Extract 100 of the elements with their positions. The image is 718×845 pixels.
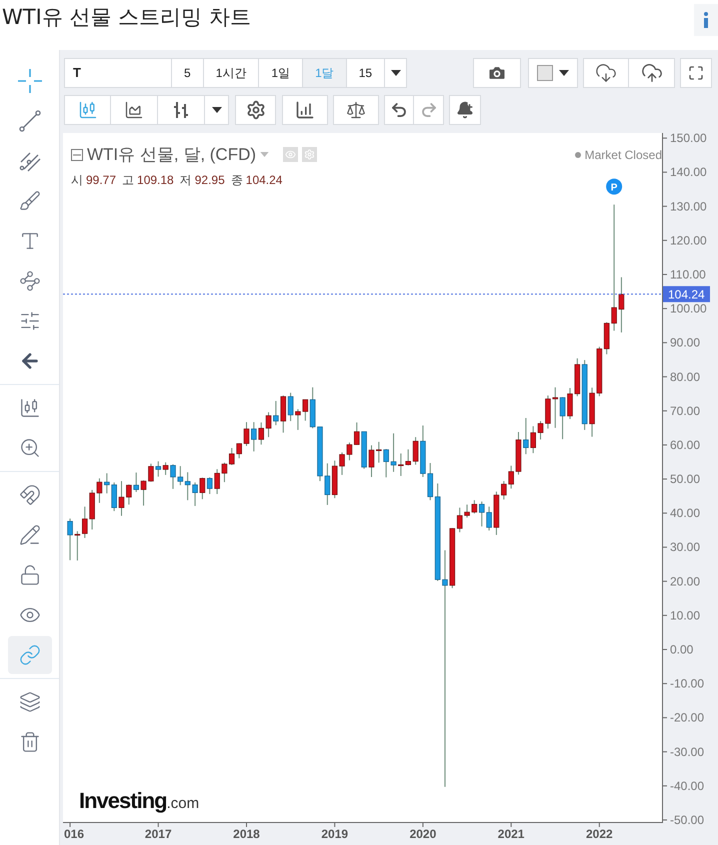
- undo-icon: [390, 101, 408, 119]
- ohlc-label: 저: [180, 172, 192, 188]
- compare-button[interactable]: [333, 95, 379, 125]
- axis-label: -40.00: [670, 778, 704, 793]
- brush-icon: [18, 190, 40, 212]
- interval-button[interactable]: 5: [172, 58, 204, 88]
- ohlc-label: 시: [71, 172, 83, 188]
- axis-label: 100.00: [670, 302, 707, 316]
- ohlc-value: 92.95: [194, 172, 225, 188]
- candlestick: [516, 431, 522, 476]
- cloud-download-icon: [595, 62, 617, 84]
- trash-icon: [18, 731, 40, 753]
- candlestick: [412, 436, 418, 466]
- ohlc-value: 104.24: [246, 172, 282, 188]
- candlestick: [618, 276, 624, 333]
- candlestick: [295, 408, 301, 430]
- axis-label: 0.00: [670, 642, 694, 656]
- price-tag: 104.24: [663, 286, 710, 302]
- candlestick: [192, 482, 198, 506]
- market-status: Market Closed: [584, 147, 662, 164]
- candlestick-icon: [78, 100, 98, 120]
- candlestick: [74, 530, 80, 562]
- save-button[interactable]: [629, 58, 675, 88]
- axis-label: 2017: [144, 827, 172, 841]
- crosshair-icon: [16, 68, 42, 94]
- caret-icon: [559, 70, 569, 76]
- collapse-icon[interactable]: [71, 148, 83, 161]
- candlestick: [170, 464, 176, 490]
- eye-icon: [285, 149, 296, 160]
- axis-label: 20.00: [670, 574, 700, 588]
- axis-label: 50.00: [670, 472, 700, 486]
- axis-label: 70.00: [670, 404, 700, 418]
- axis-label: 130.00: [670, 199, 707, 214]
- candlestick: [494, 491, 500, 536]
- symbol-field[interactable]: T: [64, 58, 172, 88]
- undo-button[interactable]: [384, 95, 414, 125]
- line-icon: [18, 109, 42, 133]
- settings-icon: [304, 149, 316, 160]
- load-button[interactable]: [583, 58, 629, 88]
- layers-icon: [18, 691, 40, 713]
- axis-label: 2021: [498, 827, 524, 841]
- axis-label: 40.00: [670, 506, 700, 520]
- axis-label: -30.00: [670, 744, 704, 759]
- axis-label: 150.00: [670, 133, 707, 146]
- candlestick: [339, 452, 345, 476]
- pencil-icon: [18, 524, 40, 546]
- indicators-button[interactable]: [282, 95, 328, 125]
- cloud-upload-icon: [640, 62, 662, 84]
- candlestick: [244, 422, 250, 446]
- color-picker[interactable]: [528, 58, 578, 88]
- levels-icon: [18, 310, 40, 332]
- fullscreen-button[interactable]: [680, 58, 712, 88]
- candlestick: [214, 468, 220, 495]
- axis-label: -20.00: [670, 710, 704, 725]
- candlestick: [589, 387, 595, 438]
- alert-button[interactable]: [449, 95, 481, 125]
- axis-label: -10.00: [670, 676, 704, 691]
- candlestick: [317, 426, 323, 482]
- redo-icon: [420, 101, 438, 119]
- candlestick: [67, 518, 73, 561]
- indicators-icon: [295, 100, 315, 120]
- axis-label: 30.00: [670, 540, 700, 554]
- candles-ruler-icon: [18, 397, 40, 419]
- info-button[interactable]: [694, 4, 718, 36]
- chart-type-dropdown[interactable]: [205, 95, 229, 125]
- area-chart-icon: [124, 100, 144, 120]
- interval-dropdown[interactable]: [385, 58, 408, 88]
- scale-icon: [346, 100, 366, 120]
- chart-type-button[interactable]: [111, 95, 158, 125]
- axis-label: 110.00: [670, 267, 706, 282]
- axis-label: -50.00: [670, 812, 704, 827]
- link-icon: [18, 644, 40, 666]
- info-icon: [703, 12, 709, 28]
- axis-label: 2022: [586, 827, 613, 841]
- caret-icon: [212, 107, 222, 113]
- ohlc-value: 99.77: [86, 172, 116, 188]
- bell-plus-icon: [456, 101, 474, 119]
- interval-button[interactable]: 15: [346, 58, 386, 88]
- legend-title: WTI유 선물, 달, (CFD): [87, 144, 256, 166]
- interval-button[interactable]: 1시간: [204, 58, 260, 88]
- interval-button[interactable]: 1일: [259, 58, 304, 88]
- fullscreen-icon: [688, 65, 704, 81]
- caret-icon: [260, 152, 270, 158]
- zoom-in-icon: [18, 437, 40, 459]
- unlock-icon: [18, 564, 40, 586]
- snapshot-button[interactable]: [473, 58, 521, 88]
- axis-label: 120.00: [670, 233, 707, 248]
- magnet-icon: [18, 484, 40, 506]
- logo: Investing.com: [79, 787, 200, 815]
- page-title: WTI유 선물 스트리밍 차트: [1, 4, 251, 31]
- ohlc-label: 고: [122, 172, 134, 188]
- candlestick: [567, 388, 573, 420]
- chart-type-button[interactable]: [158, 95, 205, 125]
- ref-line-label: 104.24: [668, 288, 706, 302]
- settings-icon: [246, 100, 266, 120]
- axis-label: 2020: [410, 827, 436, 841]
- settings-button[interactable]: [235, 95, 276, 125]
- candlestick: [118, 480, 124, 516]
- ohlc-label: 종: [230, 172, 243, 188]
- axis-label: 140.00: [670, 165, 707, 180]
